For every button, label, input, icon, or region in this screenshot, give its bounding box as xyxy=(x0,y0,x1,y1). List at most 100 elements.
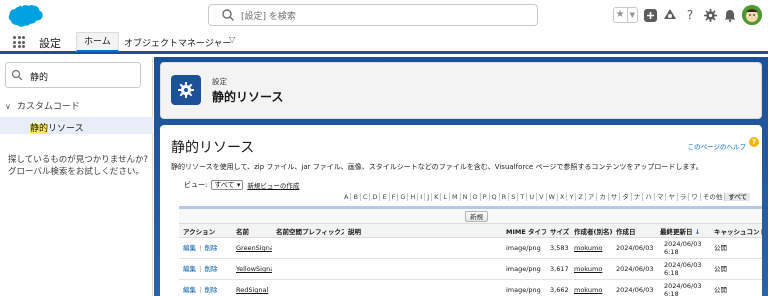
alpha-filter-item[interactable]: P xyxy=(481,193,490,201)
alpha-filter-item[interactable]: D xyxy=(370,193,381,201)
alpha-filter-item[interactable]: A xyxy=(342,193,352,201)
sidebar-help-text: 探しているものが見つかりませんか? グローバル検索をお試しください。 xyxy=(8,155,149,177)
page-header-subtitle: 設定 xyxy=(212,77,227,86)
alpha-filter-item[interactable]: Y xyxy=(567,193,577,201)
table-body: 編集 | 削除 GreenSignal image/png 3,583 mokumo 20… xyxy=(179,238,762,296)
view-select[interactable]: すべて ▾ xyxy=(211,180,244,190)
edit-link[interactable]: 編集 xyxy=(183,265,196,273)
col-description[interactable]: 説明 xyxy=(344,226,502,236)
mime-type: image/png xyxy=(506,244,541,252)
chevron-down-icon[interactable]: ▼ xyxy=(626,8,637,22)
edit-link[interactable]: 編集 xyxy=(183,244,196,252)
col-created[interactable]: 作成日 xyxy=(612,226,656,236)
alpha-filter-item[interactable]: カ xyxy=(597,193,609,201)
alpha-filter-item[interactable]: R xyxy=(500,193,510,201)
alpha-filter-item[interactable]: すべて xyxy=(725,193,751,201)
alpha-filter-item[interactable]: G xyxy=(398,193,409,201)
resource-name-link[interactable]: RedSignal xyxy=(236,286,268,294)
alpha-filter-item[interactable]: タ xyxy=(620,193,632,201)
alpha-filter-item[interactable]: X xyxy=(558,193,568,201)
quick-find-input[interactable]: 静的 xyxy=(5,62,141,88)
alpha-filter-item[interactable]: M xyxy=(450,193,461,201)
alpha-filter-item[interactable]: ハ xyxy=(643,193,655,201)
delete-link[interactable]: 削除 xyxy=(204,265,217,273)
alpha-filter-item[interactable]: I xyxy=(418,193,426,201)
gear-icon[interactable] xyxy=(702,7,718,23)
owner-link[interactable]: mokumo xyxy=(574,244,602,252)
alpha-filter-item[interactable]: J xyxy=(425,193,433,201)
col-owner[interactable]: 作成者(別名) xyxy=(570,226,612,236)
created-date: 2024/06/03 xyxy=(616,244,654,252)
help-icon[interactable]: ? xyxy=(682,7,698,23)
owner-link[interactable]: mokumo xyxy=(574,286,602,294)
delete-link[interactable]: 削除 xyxy=(204,286,217,294)
alpha-filter-item[interactable]: E xyxy=(380,193,390,201)
help-for-this-page-link[interactable]: このページのヘルプ xyxy=(688,141,746,151)
alpha-filter-item[interactable]: ナ xyxy=(632,193,644,201)
alpha-filter-item[interactable]: C xyxy=(361,193,371,201)
alpha-filter-item[interactable]: F xyxy=(390,193,399,201)
alpha-filter-item[interactable]: ア xyxy=(586,193,598,201)
search-placeholder: [設定] を検索 xyxy=(241,12,296,22)
sidebar-item-static-resources[interactable]: 静的リソース xyxy=(0,117,153,134)
row-actions: 編集 | 削除 xyxy=(183,265,218,273)
tab-object-manager[interactable]: オブジェクトマネージャー xyxy=(124,36,231,49)
content-title: 静的リソース xyxy=(171,140,255,156)
alpha-filter-item[interactable]: Z xyxy=(576,193,586,201)
alpha-filter-item[interactable]: サ xyxy=(609,193,621,201)
alpha-filter-item[interactable]: L xyxy=(441,193,451,201)
avatar[interactable] xyxy=(742,5,762,25)
col-modified[interactable]: 最終更新日 ↓ xyxy=(656,226,710,236)
view-selector-row: ビュー: すべて ▾ 新規ビューの作成 xyxy=(184,180,299,190)
owner-link[interactable]: mokumo xyxy=(574,265,602,273)
create-new-view-link[interactable]: 新規ビューの作成 xyxy=(247,180,299,190)
add-icon[interactable] xyxy=(642,7,658,23)
alpha-filter-item[interactable]: ラ xyxy=(678,193,690,201)
new-button[interactable]: 新規 xyxy=(465,211,488,222)
col-namespace[interactable]: 名前空間プレフィックス xyxy=(272,226,344,236)
app-navigation-bar: 設定 ホーム オブジェクトマネージャー ▽ xyxy=(0,30,768,54)
alpha-filter-item[interactable]: K xyxy=(432,193,442,201)
global-search-input[interactable]: [設定] を検索 xyxy=(208,4,538,26)
table-button-row: 新規 xyxy=(179,209,762,224)
help-icon[interactable]: ? xyxy=(749,137,759,147)
salesforce-logo-icon[interactable] xyxy=(6,4,44,28)
bell-icon[interactable] xyxy=(722,7,738,23)
app-launcher-icon[interactable] xyxy=(13,36,25,48)
col-size[interactable]: サイズ xyxy=(546,226,570,236)
alpha-filter-item[interactable]: S xyxy=(509,193,519,201)
resource-name-link[interactable]: GreenSignal xyxy=(236,244,272,252)
alpha-filter-item[interactable]: T xyxy=(518,193,528,201)
alpha-filter-item[interactable]: ヤ xyxy=(666,193,678,201)
chevron-down-icon: ∨ xyxy=(5,102,11,111)
alpha-filter-item[interactable]: V xyxy=(537,193,547,201)
alpha-filter-item[interactable]: B xyxy=(351,193,361,201)
chevron-down-icon[interactable]: ▽ xyxy=(229,35,235,44)
alpha-filter-item[interactable]: マ xyxy=(655,193,667,201)
alpha-filter-item[interactable]: W xyxy=(547,193,558,201)
table-row: 編集 | 削除 RedSignal image/png 3,662 mokumo 2024… xyxy=(179,280,762,296)
alpha-filter-item[interactable]: U xyxy=(527,193,538,201)
col-name[interactable]: 名前 xyxy=(232,226,272,236)
col-cache-control[interactable]: キャッシュコントロール xyxy=(710,226,762,236)
alpha-filter-item[interactable]: O xyxy=(471,193,481,201)
col-mime[interactable]: MIME タイプ xyxy=(502,226,546,236)
main-area: 設定 静的リソース 静的リソース このページのヘルプ ? 静的リソースを使用して… xyxy=(154,57,768,296)
alpha-filter-item[interactable]: Q xyxy=(490,193,500,201)
alpha-filter-item[interactable]: N xyxy=(461,193,471,201)
delete-link[interactable]: 削除 xyxy=(204,244,217,252)
favorites-button[interactable]: ★ ▼ xyxy=(612,7,638,23)
trailhead-icon[interactable] xyxy=(662,7,678,23)
alpha-filter-item[interactable]: ワ xyxy=(689,193,701,201)
sidebar-item-label: 静的リソース xyxy=(30,124,84,134)
edit-link[interactable]: 編集 xyxy=(183,286,196,294)
alpha-filter-item[interactable]: H xyxy=(408,193,419,201)
page-description: 静的リソースを使用して、zip ファイル、jar ファイル、画像、スタイルシート… xyxy=(171,163,703,171)
tab-home[interactable]: ホーム xyxy=(76,32,119,52)
resource-name-link[interactable]: YellowSignal xyxy=(236,265,272,273)
search-icon xyxy=(11,69,23,81)
alpha-filter-item[interactable]: その他 xyxy=(701,193,726,201)
resource-name: YellowSignal xyxy=(232,265,272,273)
sidebar-group-custom-code[interactable]: ∨ カスタムコード xyxy=(5,99,80,112)
created-date: 2024/06/03 xyxy=(616,265,654,273)
